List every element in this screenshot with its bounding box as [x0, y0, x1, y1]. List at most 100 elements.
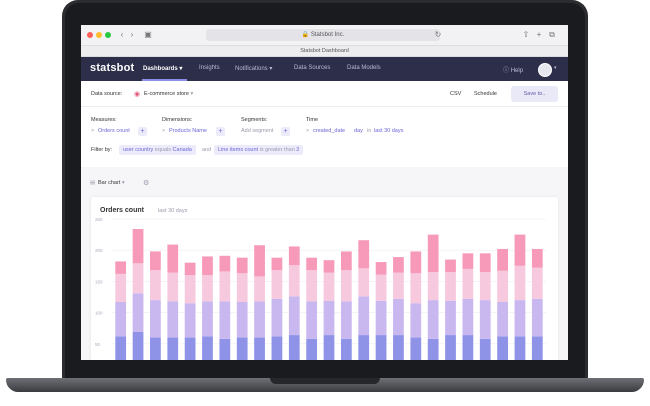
bar-segment[interactable]: [323, 300, 335, 336]
bar-segment[interactable]: [150, 300, 161, 338]
bar-segment[interactable]: [375, 274, 387, 301]
bar-segment[interactable]: [427, 338, 439, 360]
bar-segment[interactable]: [219, 255, 231, 272]
bar-segment[interactable]: [393, 257, 404, 273]
bar-segment[interactable]: [323, 260, 335, 273]
bar-segment[interactable]: [531, 298, 543, 337]
bar-segment[interactable]: [150, 251, 161, 271]
add-measure-button[interactable]: +: [138, 127, 147, 136]
share-icon[interactable]: ⇧: [521, 30, 531, 40]
bar-segment[interactable]: [132, 331, 144, 360]
bar-segment[interactable]: [288, 335, 300, 360]
remove-time-icon[interactable]: ×: [306, 128, 309, 134]
bar-segment[interactable]: [445, 300, 456, 336]
help-link[interactable]: ⓘ Help: [503, 65, 523, 74]
bar-segment[interactable]: [167, 244, 179, 273]
bar-segment[interactable]: [236, 301, 248, 338]
bar-segment[interactable]: [236, 337, 248, 360]
bar-segment[interactable]: [514, 234, 526, 266]
bar-segment[interactable]: [427, 300, 439, 339]
nav-data-sources[interactable]: Data Sources: [294, 65, 330, 71]
bar-segment[interactable]: [427, 234, 439, 273]
bar-segment[interactable]: [479, 253, 491, 273]
remove-dimension-icon[interactable]: ×: [162, 128, 165, 134]
csv-button[interactable]: CSV: [450, 91, 461, 97]
bar-segment[interactable]: [306, 301, 318, 339]
bar-segment[interactable]: [462, 268, 474, 299]
bar-segment[interactable]: [254, 276, 265, 302]
bar-segment[interactable]: [115, 336, 127, 360]
bar-segment[interactable]: [375, 300, 387, 336]
bar-segment[interactable]: [254, 337, 265, 360]
bar-segment[interactable]: [445, 272, 456, 301]
bar-segment[interactable]: [514, 265, 526, 301]
time-range[interactable]: last 30 days: [374, 128, 403, 134]
bar-segment[interactable]: [271, 257, 283, 271]
nav-insights[interactable]: Insights: [199, 65, 220, 71]
bar-segment[interactable]: [479, 338, 491, 360]
bar-segment[interactable]: [393, 335, 404, 360]
bar-segment[interactable]: [306, 338, 318, 360]
bar-segment[interactable]: [150, 270, 161, 301]
bar-segment[interactable]: [167, 337, 179, 360]
bar-segment[interactable]: [202, 256, 213, 276]
nav-notifications[interactable]: Notifications ▾: [235, 65, 272, 72]
bar-segment[interactable]: [531, 248, 543, 268]
bar-segment[interactable]: [132, 293, 144, 332]
bar-segment[interactable]: [497, 270, 508, 302]
bar-segment[interactable]: [323, 272, 335, 301]
browser-tab[interactable]: Statsbot Dashboard: [81, 46, 568, 57]
nav-dashboards[interactable]: Dashboards ▾: [143, 65, 182, 72]
bar-segment[interactable]: [306, 257, 318, 271]
bar-segment[interactable]: [531, 267, 543, 299]
time-granularity[interactable]: day: [354, 128, 363, 134]
nav-data-models[interactable]: Data Models: [347, 65, 381, 71]
schedule-button[interactable]: Schedule: [474, 91, 497, 97]
bar-segment[interactable]: [462, 253, 474, 269]
bar-segment[interactable]: [288, 265, 300, 297]
bar-segment[interactable]: [340, 338, 352, 360]
bar-segment[interactable]: [340, 270, 352, 302]
filter-chip-line-items[interactable]: Line items count is greater than 2: [214, 145, 304, 155]
time-field[interactable]: created_date: [313, 128, 345, 134]
bar-segment[interactable]: [219, 338, 231, 360]
bar-segment[interactable]: [445, 335, 456, 360]
bar-segment[interactable]: [219, 271, 231, 302]
chevron-down-icon[interactable]: ▾: [554, 65, 557, 71]
bar-segment[interactable]: [202, 336, 213, 360]
new-tab-icon[interactable]: +: [534, 30, 544, 40]
bar-segment[interactable]: [479, 272, 491, 301]
bar-segment[interactable]: [358, 268, 370, 297]
bar-segment[interactable]: [132, 228, 144, 264]
bar-segment[interactable]: [375, 262, 387, 275]
bar-segment[interactable]: [115, 261, 127, 274]
bar-segment[interactable]: [202, 301, 213, 337]
add-segment-button[interactable]: +: [281, 127, 290, 136]
bar-segment[interactable]: [462, 298, 474, 336]
bar-segment[interactable]: [115, 301, 127, 337]
bar-segment[interactable]: [462, 335, 474, 360]
bar-segment[interactable]: [184, 337, 196, 360]
remove-measure-icon[interactable]: ×: [91, 128, 94, 134]
forward-arrow-icon[interactable]: ›: [127, 30, 137, 40]
measure-value[interactable]: Orders count: [98, 128, 130, 134]
filter-chip-country[interactable]: user country equals Canada: [119, 145, 196, 155]
bar-segment[interactable]: [340, 251, 352, 271]
bar-segment[interactable]: [340, 301, 352, 339]
bar-segment[interactable]: [514, 336, 526, 360]
bar-segment[interactable]: [167, 272, 179, 302]
bar-segment[interactable]: [132, 263, 144, 294]
minimize-window-button[interactable]: [96, 32, 102, 38]
bar-segment[interactable]: [288, 296, 300, 336]
bar-segment[interactable]: [115, 273, 127, 302]
bar-segment[interactable]: [393, 298, 404, 336]
bar-segment[interactable]: [514, 300, 526, 337]
bar-segment[interactable]: [479, 300, 491, 339]
bar-segment[interactable]: [393, 272, 404, 299]
back-arrow-icon[interactable]: ‹: [117, 30, 127, 40]
bar-segment[interactable]: [306, 270, 318, 302]
gear-icon[interactable]: ⚙: [143, 179, 149, 187]
data-source-select[interactable]: E-commerce store ▾: [144, 91, 193, 97]
bar-segment[interactable]: [150, 337, 161, 360]
bar-segment[interactable]: [410, 303, 422, 338]
